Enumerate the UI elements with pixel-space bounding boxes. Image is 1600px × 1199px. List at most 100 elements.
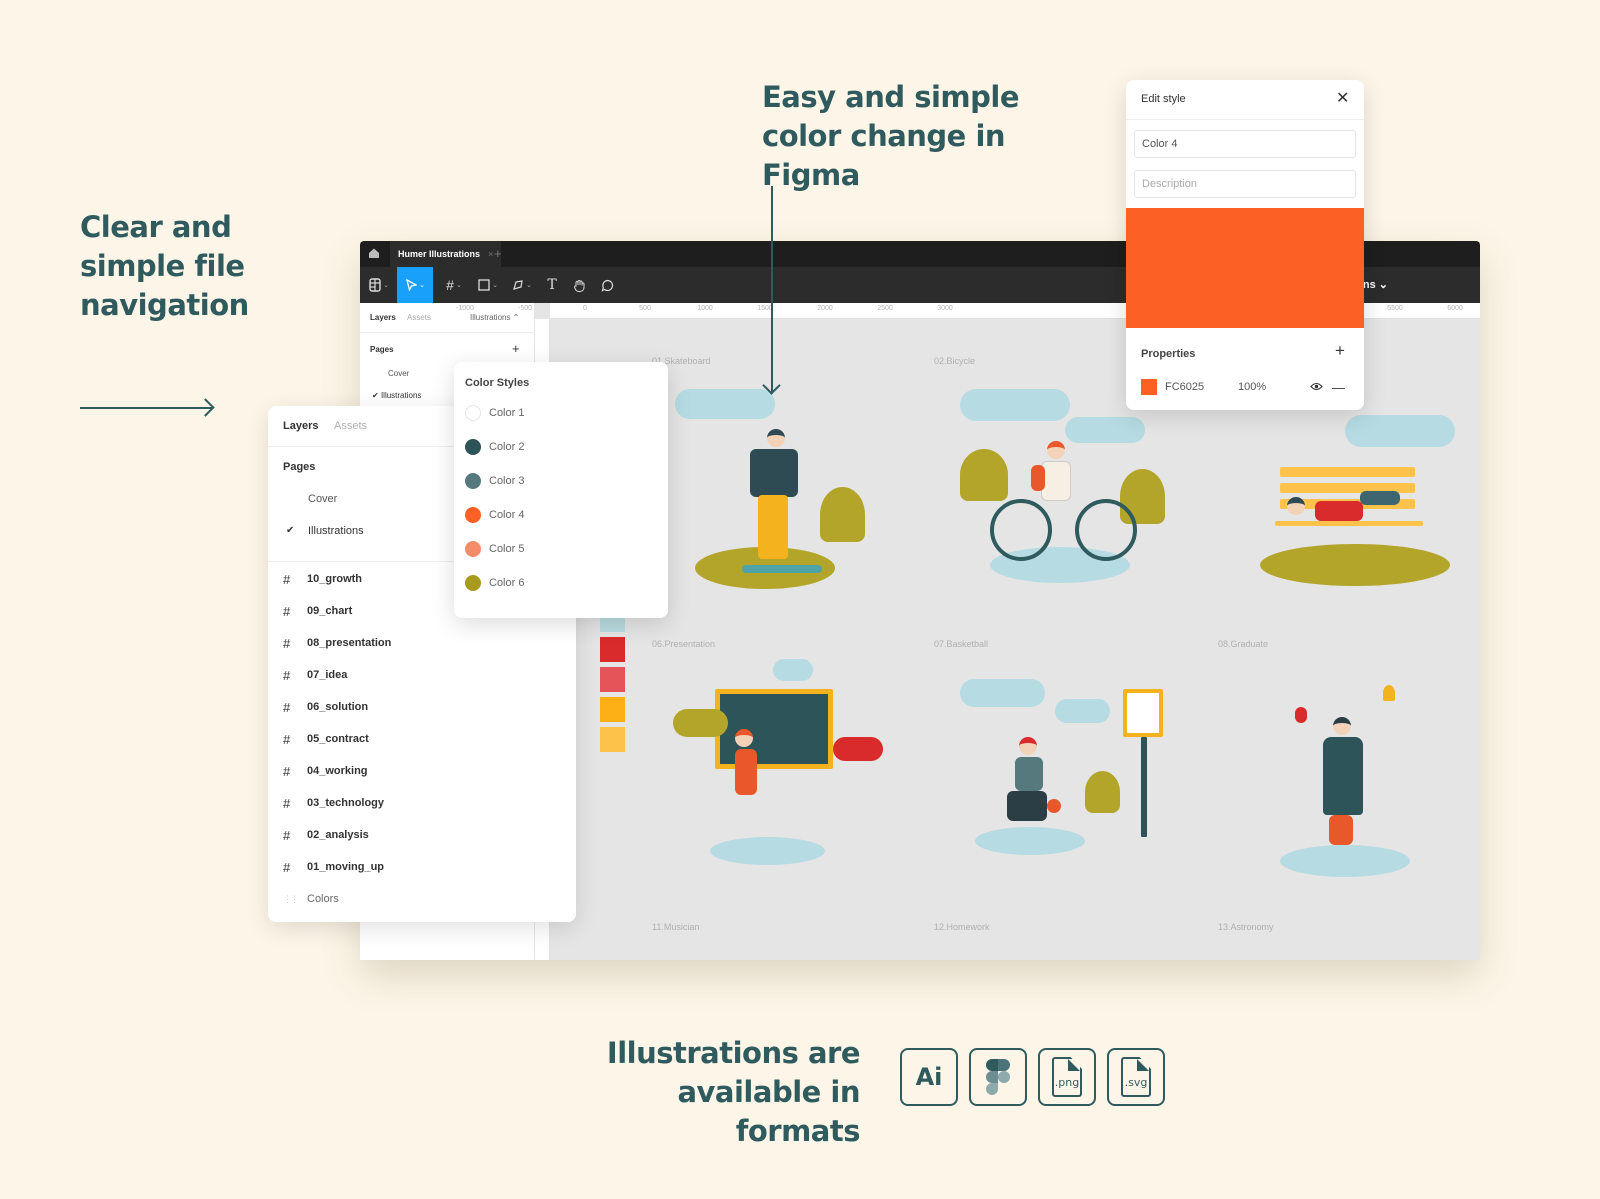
illustration-bench[interactable] bbox=[1215, 379, 1465, 599]
layers-tab[interactable]: Layers bbox=[283, 420, 318, 432]
frame-icon: # bbox=[283, 571, 291, 587]
palette-swatch[interactable] bbox=[600, 667, 625, 692]
puddle-shape bbox=[710, 837, 825, 865]
layer-item[interactable]: #09_chart bbox=[283, 601, 352, 621]
frame-label[interactable]: 12.Homework bbox=[934, 922, 990, 932]
add-property-button[interactable]: + bbox=[1335, 341, 1345, 361]
frame-label[interactable]: 13.Astronomy bbox=[1218, 922, 1274, 932]
frame-label[interactable]: 06.Presentation bbox=[652, 639, 715, 649]
palette-swatch[interactable] bbox=[600, 637, 625, 662]
layer-item[interactable]: #02_analysis bbox=[283, 825, 369, 845]
bench-seat bbox=[1275, 521, 1423, 526]
file-tab[interactable]: Humer Illustrations × bbox=[390, 241, 502, 267]
frame-label[interactable]: 11.Musician bbox=[652, 922, 699, 932]
page-item-illustrations[interactable]: ✔ Illustrations bbox=[372, 391, 421, 400]
cloud-icon bbox=[773, 659, 813, 681]
puddle-shape bbox=[975, 827, 1085, 855]
illustration-basketball[interactable] bbox=[935, 659, 1185, 869]
frame-label[interactable]: 07.Basketball bbox=[934, 639, 988, 649]
color-style-item[interactable]: Color 3 bbox=[465, 473, 524, 489]
page-selector[interactable]: Illustrations ⌃ bbox=[470, 313, 519, 322]
layer-name: 09_chart bbox=[307, 605, 353, 617]
frame-tool-button[interactable]: # ⌄ bbox=[440, 267, 468, 303]
layer-item[interactable]: #10_growth bbox=[283, 569, 362, 589]
home-icon[interactable] bbox=[368, 247, 382, 261]
layer-item[interactable]: #04_working bbox=[283, 761, 368, 781]
illustration-presentation[interactable] bbox=[655, 659, 895, 869]
page-item-cover[interactable]: Cover bbox=[308, 493, 337, 505]
color-style-item[interactable]: Color 6 bbox=[465, 575, 524, 591]
color-preview-swatch[interactable] bbox=[1126, 208, 1364, 328]
fill-hex-value[interactable]: FC6025 bbox=[1165, 381, 1238, 393]
fill-opacity-value[interactable]: 100% bbox=[1238, 381, 1300, 393]
layer-item[interactable]: #06_solution bbox=[283, 697, 368, 717]
format-figma-icon bbox=[969, 1048, 1027, 1106]
ruler-tick: 3000 bbox=[937, 305, 953, 312]
shape-tool-button[interactable]: ⌄ bbox=[474, 267, 502, 303]
layer-item[interactable]: ⋮⋮ Colors bbox=[283, 889, 339, 909]
color-dot-icon bbox=[465, 507, 481, 523]
fill-color-chip[interactable] bbox=[1141, 379, 1157, 395]
format-svg-icon: .svg bbox=[1107, 1048, 1165, 1106]
frame-label[interactable]: 08.Graduate bbox=[1218, 639, 1268, 649]
assets-tab[interactable]: Assets bbox=[334, 420, 367, 432]
person-legs bbox=[1007, 791, 1047, 821]
new-tab-button[interactable]: + bbox=[494, 246, 502, 261]
figma-menu-button[interactable]: ⌄ bbox=[366, 267, 392, 303]
color-style-item[interactable]: Color 4 bbox=[465, 507, 524, 523]
layer-item[interactable]: #07_idea bbox=[283, 665, 347, 685]
figma-logo-icon bbox=[986, 1059, 1010, 1095]
text-tool-button[interactable]: T bbox=[542, 267, 562, 303]
layer-item[interactable]: #03_technology bbox=[283, 793, 384, 813]
close-icon[interactable]: ✕ bbox=[1336, 88, 1349, 108]
page-item-label: Illustrations bbox=[380, 391, 422, 400]
properties-label: Properties bbox=[1141, 348, 1196, 360]
color-style-name: Color 5 bbox=[489, 543, 525, 555]
layer-item[interactable]: #05_contract bbox=[283, 729, 369, 749]
color-dot-icon bbox=[465, 405, 481, 421]
comment-icon bbox=[601, 279, 613, 292]
person-legs bbox=[1360, 491, 1400, 505]
bicycle-wheel bbox=[990, 499, 1052, 561]
layers-tab[interactable]: Layers bbox=[370, 313, 396, 322]
skateboard-shape bbox=[742, 565, 822, 573]
cloud-icon bbox=[675, 389, 775, 419]
layer-item[interactable]: #08_presentation bbox=[283, 633, 391, 653]
canvas[interactable]: 01.Skateboard 02.Bicycle 06.Presentation… bbox=[550, 319, 1480, 960]
pen-tool-button[interactable]: ⌄ bbox=[508, 267, 536, 303]
layer-item[interactable]: #01_moving_up bbox=[283, 857, 384, 877]
color-style-item[interactable]: Color 1 bbox=[465, 405, 524, 421]
assets-tab[interactable]: Assets bbox=[407, 313, 431, 322]
divider bbox=[1126, 119, 1364, 120]
frame-icon: # bbox=[446, 277, 454, 293]
pages-label: Pages bbox=[370, 345, 394, 354]
page-dropdown[interactable]: ns ⌄ bbox=[1363, 278, 1388, 291]
illustration-bicycle[interactable] bbox=[935, 379, 1185, 599]
comment-tool-button[interactable] bbox=[596, 267, 618, 303]
close-tab-icon[interactable]: × bbox=[488, 249, 493, 259]
hand-tool-button[interactable] bbox=[568, 267, 590, 303]
frame-icon: # bbox=[283, 859, 291, 875]
diploma-shape bbox=[1295, 707, 1307, 723]
move-tool-button[interactable]: ⌄ bbox=[397, 267, 433, 303]
color-style-item[interactable]: Color 5 bbox=[465, 541, 524, 557]
style-name-input[interactable] bbox=[1134, 130, 1356, 158]
remove-fill-button[interactable]: — bbox=[1332, 380, 1345, 395]
cloud-icon bbox=[673, 709, 728, 737]
palette-swatch[interactable] bbox=[600, 727, 625, 752]
illustration-graduate[interactable] bbox=[1215, 659, 1465, 889]
person-legs bbox=[1329, 815, 1353, 845]
illustration-skateboard[interactable] bbox=[650, 379, 890, 599]
headline-color-change: Easy and simple color change in Figma bbox=[762, 80, 1020, 192]
page-item-cover[interactable]: Cover bbox=[388, 369, 409, 378]
layer-name: 04_working bbox=[307, 765, 368, 777]
color-style-item[interactable]: Color 2 bbox=[465, 439, 524, 455]
eye-icon[interactable] bbox=[1300, 380, 1332, 394]
layer-name: 10_growth bbox=[307, 573, 363, 585]
style-description-input[interactable] bbox=[1134, 170, 1356, 198]
add-page-button[interactable]: + bbox=[512, 341, 520, 356]
palette-swatch[interactable] bbox=[600, 697, 625, 722]
frame-label[interactable]: 02.Bicycle bbox=[934, 356, 975, 366]
figma-logo-icon bbox=[369, 278, 381, 292]
page-item-illustrations[interactable]: Illustrations bbox=[308, 525, 364, 537]
